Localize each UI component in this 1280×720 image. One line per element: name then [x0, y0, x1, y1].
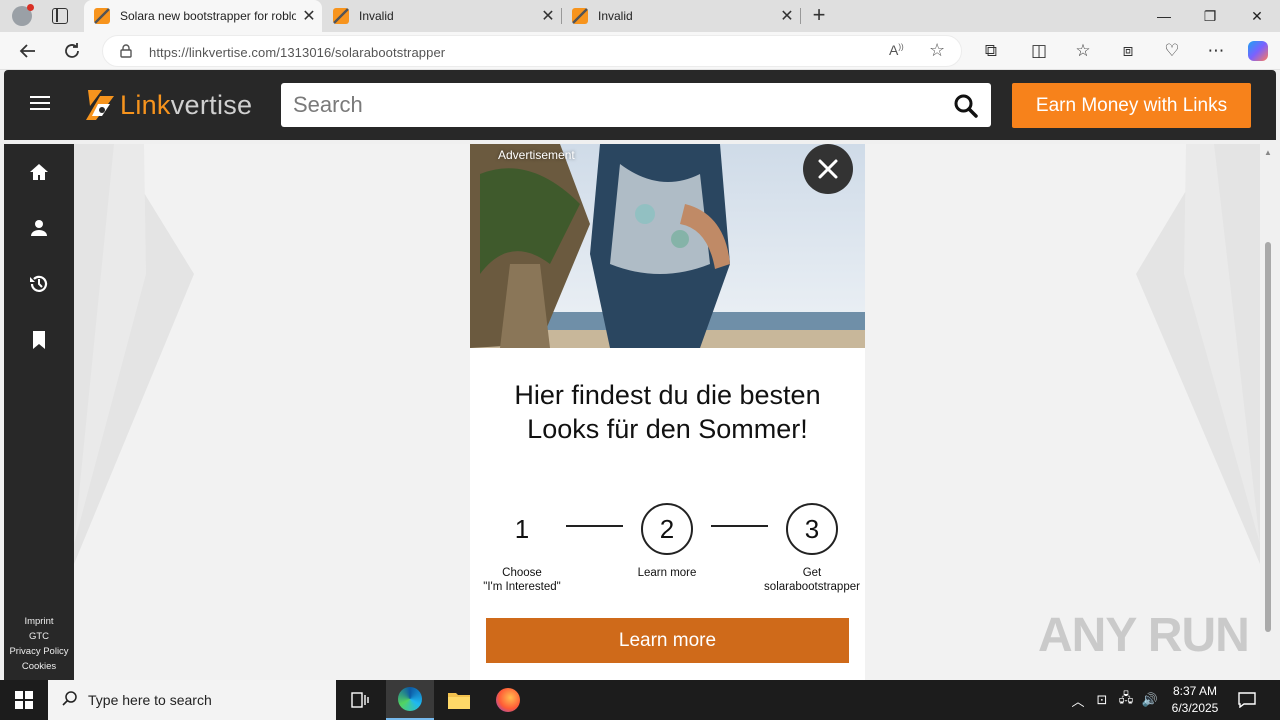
usb-device-icon[interactable]: ⊡	[1092, 690, 1112, 710]
step-3-label: Get solarabootstrapper	[757, 566, 865, 594]
bookmark-icon[interactable]	[24, 325, 54, 355]
linkvertise-favicon	[333, 8, 349, 24]
step-1-label-line1: Choose	[502, 567, 542, 579]
copilot-icon[interactable]	[1246, 39, 1270, 63]
scroll-up-arrow-icon[interactable]: ▲	[1264, 148, 1272, 157]
step-3-label-line2: solarabootstrapper	[764, 581, 860, 593]
learn-more-button[interactable]: Learn more	[486, 618, 849, 663]
refresh-icon[interactable]	[60, 39, 84, 63]
hamburger-menu-icon[interactable]	[28, 92, 52, 116]
clock-date: 6/3/2025	[1171, 701, 1219, 715]
sidebar: Imprint GTC Privacy Policy Cookies	[4, 144, 74, 680]
ad-headline-line2: Looks für den Sommer!	[527, 414, 808, 444]
clock-time: 8:37 AM	[1172, 684, 1218, 698]
close-tab-icon[interactable]: ✕	[296, 6, 322, 26]
web-page: Linkvertise Earn Money with Links Imprin…	[0, 70, 1280, 680]
step-3-circle: 3	[786, 503, 838, 555]
taskbar-search[interactable]: Type here to search	[48, 680, 336, 720]
edge-taskbar-icon[interactable]	[386, 680, 434, 720]
tab-invalid-2[interactable]: Invalid ✕	[562, 0, 800, 32]
firefox-icon[interactable]	[484, 680, 532, 720]
windows-start-icon[interactable]	[0, 680, 48, 720]
step-1-number: 1	[514, 513, 530, 544]
back-arrow-icon[interactable]	[16, 39, 40, 63]
more-menu-icon[interactable]: ⋯	[1204, 39, 1228, 63]
step-2-label: Learn more	[617, 566, 717, 580]
step-1-label: Choose "I'm Interested"	[472, 566, 572, 594]
gtc-link[interactable]: GTC	[4, 629, 74, 644]
step-1-label-line2: "I'm Interested"	[483, 581, 561, 593]
linkvertise-header: Linkvertise Earn Money with Links	[4, 70, 1276, 140]
windows-taskbar: Type here to search ︿ ⊡ 🖧 🔊 8:37 AM 6/3/…	[0, 680, 1280, 720]
file-explorer-icon[interactable]	[435, 680, 483, 720]
ad-headline-line1: Hier findest du die besten	[514, 380, 821, 410]
notifications-icon[interactable]	[1237, 690, 1257, 710]
close-window-icon[interactable]: ✕	[1234, 0, 1280, 32]
browser-essentials-icon[interactable]: ♡	[1160, 39, 1184, 63]
ad-headline[interactable]: Hier findest du die besten Looks für den…	[470, 378, 865, 446]
logo-text-vertise: vertise	[170, 89, 253, 120]
linkvertise-favicon	[94, 8, 110, 24]
footer-links: Imprint GTC Privacy Policy Cookies	[4, 614, 74, 674]
logo-mark-icon	[84, 88, 118, 122]
step-2-label-line1: Learn more	[637, 567, 697, 579]
tab-title: Invalid	[359, 9, 394, 23]
earn-money-button[interactable]: Earn Money with Links	[1012, 83, 1251, 128]
step-2-circle: 2	[641, 503, 693, 555]
tab-solara[interactable]: Solara new bootstrapper for roblox ✕	[84, 0, 322, 32]
home-icon[interactable]	[24, 157, 54, 187]
collections-icon[interactable]: ⧈	[1116, 39, 1140, 63]
tab-title: Invalid	[598, 9, 633, 23]
tab-actions-icon[interactable]	[52, 8, 68, 24]
step-3-label-line1: Get	[802, 567, 822, 579]
restore-icon[interactable]: ❐	[1187, 0, 1233, 32]
user-icon[interactable]	[24, 213, 54, 243]
imprint-link[interactable]: Imprint	[4, 614, 74, 629]
close-tab-icon[interactable]: ✕	[774, 6, 800, 26]
close-ad-button[interactable]	[803, 144, 853, 194]
read-aloud-icon[interactable]: A))	[889, 42, 904, 58]
page-scrollbar[interactable]: ▲	[1260, 144, 1276, 680]
taskbar-clock[interactable]: 8:37 AM 6/3/2025	[1160, 683, 1230, 717]
address-bar[interactable]: https://linkvertise.com/1313016/solarabo…	[102, 35, 962, 67]
tab-divider	[800, 8, 801, 24]
history-icon[interactable]	[24, 269, 54, 299]
new-tab-icon[interactable]: +	[808, 4, 830, 26]
network-icon[interactable]: 🖧	[1116, 690, 1136, 710]
search-icon	[62, 690, 78, 711]
browser-toolbar: https://linkvertise.com/1313016/solarabo…	[0, 32, 1280, 70]
advertisement-label: Advertisement	[498, 148, 575, 162]
favorite-star-icon[interactable]: ☆	[929, 40, 945, 61]
logo-text: Linkvertise	[120, 90, 252, 121]
taskbar-search-placeholder: Type here to search	[88, 692, 212, 708]
profile-avatar[interactable]	[12, 4, 34, 26]
privacy-policy-link[interactable]: Privacy Policy	[4, 644, 74, 659]
search-icon[interactable]	[953, 93, 979, 119]
lock-icon[interactable]	[119, 44, 133, 58]
scrollbar-thumb[interactable]	[1265, 242, 1271, 632]
search-input[interactable]	[281, 83, 941, 127]
extensions-icon[interactable]: ⧉	[979, 39, 1003, 63]
favorites-icon[interactable]: ☆	[1071, 39, 1095, 63]
search-box	[281, 83, 991, 127]
browser-tab-strip: Solara new bootstrapper for roblox ✕ Inv…	[0, 0, 1280, 32]
linkvertise-logo[interactable]: Linkvertise	[84, 87, 252, 123]
task-view-icon[interactable]	[336, 680, 384, 720]
split-screen-icon[interactable]: ◫	[1027, 39, 1051, 63]
url-text[interactable]: https://linkvertise.com/1313016/solarabo…	[149, 45, 445, 60]
anyrun-watermark: ANY RUN	[1038, 609, 1250, 662]
volume-icon[interactable]: 🔊	[1140, 690, 1160, 710]
step-connector	[566, 525, 623, 527]
minimize-icon[interactable]: —	[1141, 0, 1187, 32]
close-tab-icon[interactable]: ✕	[535, 6, 561, 26]
linkvertise-favicon	[572, 8, 588, 24]
show-hidden-icons-icon[interactable]: ︿	[1068, 690, 1088, 710]
tab-title: Solara new bootstrapper for roblox	[120, 9, 296, 23]
tab-invalid-1[interactable]: Invalid ✕	[323, 0, 561, 32]
cookies-link[interactable]: Cookies	[4, 659, 74, 674]
logo-text-link: Link	[120, 89, 171, 120]
step-connector	[711, 525, 768, 527]
ad-card: Advertisement Hier findest du die besten…	[470, 144, 865, 680]
